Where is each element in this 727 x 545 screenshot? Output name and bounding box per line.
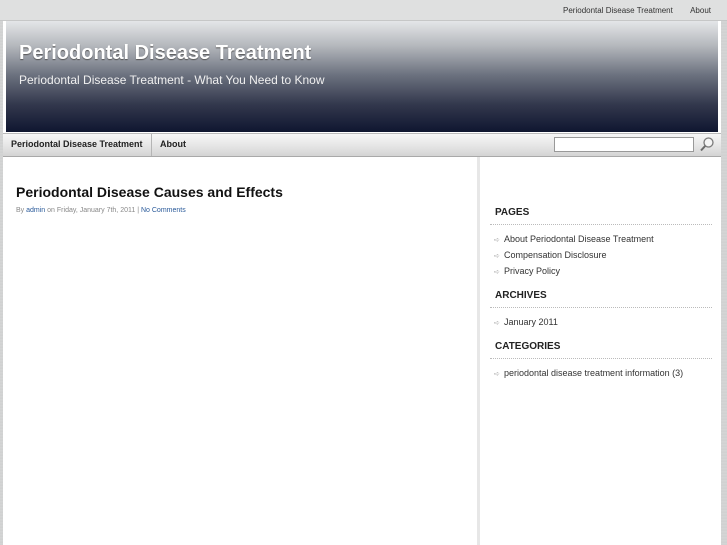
site-tagline: Periodontal Disease Treatment - What You… bbox=[19, 73, 325, 87]
categories-widget-title: CATEGORIES bbox=[495, 341, 561, 352]
top-link-home[interactable]: Periodontal Disease Treatment bbox=[563, 6, 673, 15]
search-button[interactable] bbox=[699, 136, 715, 152]
sidebar: PAGES ➪ About Periodontal Disease Treatme… bbox=[490, 157, 712, 545]
site-title[interactable]: Periodontal Disease Treatment bbox=[19, 42, 311, 65]
categories-item-label: periodontal disease treatment informatio… bbox=[504, 368, 684, 378]
pages-divider bbox=[490, 224, 712, 225]
archives-item-label: January 2011 bbox=[504, 317, 558, 327]
pages-item-label: About Periodontal Disease Treatment bbox=[504, 234, 654, 244]
content-area: Periodontal Disease Causes and Effects B… bbox=[3, 157, 721, 545]
arrow-icon: ➪ bbox=[494, 237, 500, 244]
search-icon bbox=[700, 137, 714, 152]
pages-item-label: Compensation Disclosure bbox=[504, 250, 607, 260]
arrow-icon: ➪ bbox=[494, 269, 500, 276]
post-meta: By admin on Friday, January 7th, 2011 | … bbox=[16, 207, 186, 214]
main-column: Periodontal Disease Causes and Effects B… bbox=[3, 157, 480, 545]
archives-widget-title: ARCHIVES bbox=[495, 290, 547, 301]
site-header: Periodontal Disease Treatment Periodonta… bbox=[6, 21, 718, 132]
pages-item-label: Privacy Policy bbox=[504, 266, 561, 276]
post-date: Friday, January 7th, 2011 bbox=[56, 207, 136, 214]
nav-item-about[interactable]: About bbox=[160, 134, 186, 156]
meta-by: By bbox=[16, 207, 25, 214]
arrow-icon: ➪ bbox=[494, 320, 500, 327]
meta-separator: | bbox=[137, 207, 140, 214]
pages-item-about[interactable]: ➪ About Periodontal Disease Treatment bbox=[494, 234, 654, 244]
arrow-icon: ➪ bbox=[494, 253, 500, 260]
pages-item-compensation[interactable]: ➪ Compensation Disclosure bbox=[494, 250, 607, 260]
categories-item[interactable]: ➪ periodontal disease treatment informati… bbox=[494, 368, 683, 378]
archives-divider bbox=[490, 307, 712, 308]
pages-item-privacy[interactable]: ➪ Privacy Policy bbox=[494, 266, 560, 276]
meta-on: on bbox=[47, 207, 55, 214]
search-input[interactable] bbox=[554, 137, 694, 152]
arrow-icon: ➪ bbox=[494, 371, 500, 378]
top-link-about[interactable]: About bbox=[690, 6, 711, 15]
archives-item-jan-2011[interactable]: ➪ January 2011 bbox=[494, 317, 558, 327]
nav-item-home[interactable]: Periodontal Disease Treatment bbox=[11, 134, 152, 156]
comments-link[interactable]: No Comments bbox=[141, 207, 186, 214]
main-nav: Periodontal Disease Treatment About bbox=[3, 133, 721, 157]
page-wrapper: Periodontal Disease Treatment Periodonta… bbox=[3, 21, 721, 545]
pages-widget-title: PAGES bbox=[495, 207, 530, 218]
top-links: Periodontal Disease Treatment About bbox=[548, 6, 711, 15]
top-utility-bar: Periodontal Disease Treatment About bbox=[0, 0, 727, 21]
post-author-link[interactable]: admin bbox=[26, 207, 45, 214]
categories-divider bbox=[490, 358, 712, 359]
post-title[interactable]: Periodontal Disease Causes and Effects bbox=[16, 184, 283, 200]
